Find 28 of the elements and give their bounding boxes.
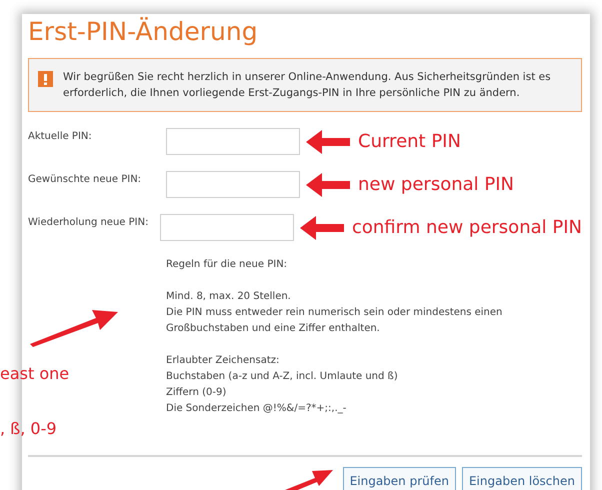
rule-text: Buchstaben (a-z und A-Z, incl. Umlaute und ß) — [166, 370, 399, 384]
arrow-annotation-icon — [306, 172, 350, 196]
annotation-text: new personal PIN — [358, 174, 514, 195]
field-label: Wiederholung neue PIN: — [28, 216, 150, 228]
rule-text: Mind. 8, max. 20 Stellen. — [166, 290, 292, 304]
rule-text: Ziffern (0-9) — [166, 386, 228, 400]
annotation-text: confirm new personal PIN — [352, 217, 582, 238]
warning-icon — [38, 71, 53, 87]
annotation-text: , ß, 0-9 — [0, 419, 57, 438]
form-button[interactable]: Eingaben prüfen — [342, 467, 456, 490]
annotation-text: Current PIN — [358, 131, 461, 152]
rule-text: Die Sonderzeichen @!%&/=?*+;:,._- — [166, 402, 348, 416]
rule-text: Großbuchstaben und eine Ziffer enthalten. — [166, 322, 381, 336]
field-label: Gewünschte neue PIN: — [28, 173, 142, 185]
form-button[interactable]: Eingaben löschen — [462, 467, 582, 490]
rule-text: Die PIN muss entweder rein numerisch sein oder mindestens einen — [166, 306, 504, 320]
pin-input-field[interactable] — [166, 128, 300, 155]
arrow-annotation-icon — [306, 130, 350, 154]
pin-input-field[interactable] — [166, 171, 300, 198]
notice-text: Wir begrüßen Sie recht herzlich in unserer Online-Anwendung. Aus Sicherheitsgründen ist es erforderlich, die Ihnen vorliegende Erst-Zugangs-PIN in Ihre persönliche PIN zu ändern. — [63, 70, 552, 101]
annotation-text: east one — [0, 364, 70, 383]
page-title: Erst-PIN-Änderung — [28, 16, 259, 48]
pin-input-field[interactable] — [160, 214, 294, 241]
arrow-annotation-icon — [285, 468, 333, 490]
rule-text: Erlaubter Zeichensatz: — [166, 354, 280, 368]
field-label: Aktuelle PIN: — [28, 130, 93, 142]
arrow-annotation-icon — [300, 216, 344, 240]
rule-text: Regeln für die neue PIN: — [166, 258, 288, 272]
